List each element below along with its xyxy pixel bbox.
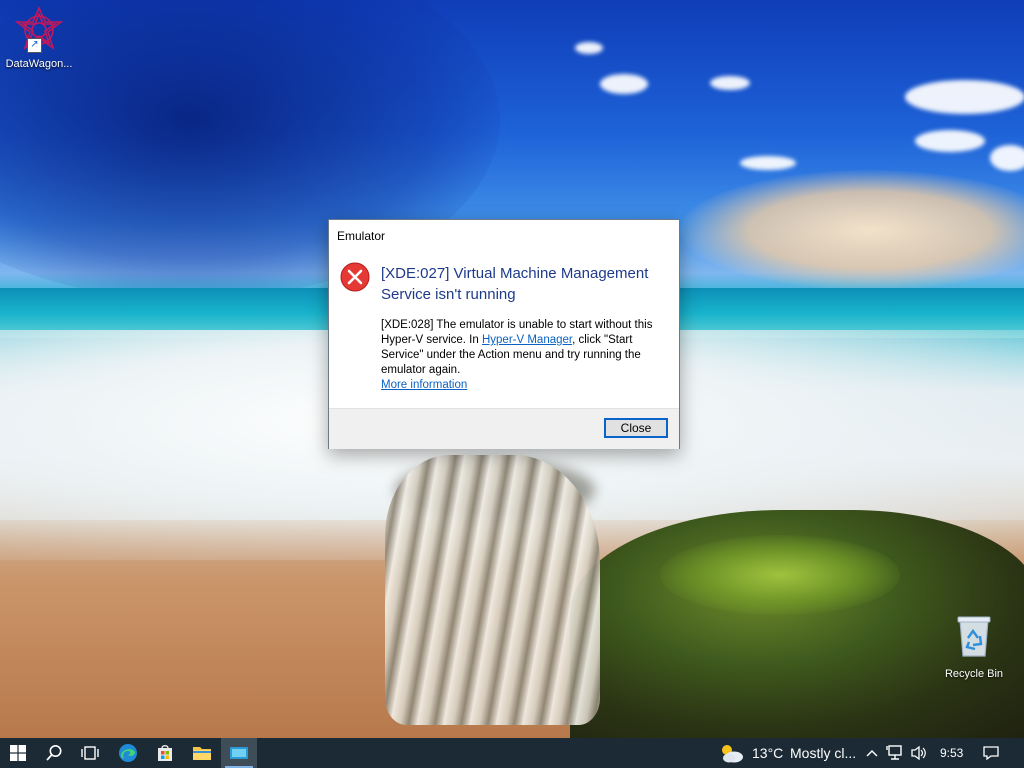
volume-tray-button[interactable] xyxy=(908,738,930,768)
network-icon xyxy=(886,745,902,760)
desktop-icon-label: DataWagon... xyxy=(5,58,73,70)
dialog-title: Emulator xyxy=(337,229,386,243)
start-button[interactable] xyxy=(0,738,36,768)
partly-cloudy-icon xyxy=(722,745,743,763)
clock[interactable]: 9:53 xyxy=(940,738,963,768)
dialog-content: [XDE:028] The emulator is unable to star… xyxy=(381,318,671,393)
notification-icon xyxy=(983,746,999,761)
speaker-icon xyxy=(911,745,926,761)
task-view-button[interactable] xyxy=(72,738,108,768)
file-explorer-icon xyxy=(193,747,211,760)
recycle-bin-icon xyxy=(954,614,994,658)
taskbar-emulator[interactable] xyxy=(221,738,257,768)
taskbar-store[interactable] xyxy=(147,738,183,768)
weather-widget-icon[interactable] xyxy=(716,738,746,768)
desktop-icon-recycle-bin[interactable]: Recycle Bin xyxy=(938,614,1010,680)
more-information-link[interactable]: More information xyxy=(381,379,467,391)
chevron-up-icon xyxy=(866,749,878,757)
store-icon xyxy=(158,745,172,761)
dialog-main-instruction: [XDE:027] Virtual Machine Management Ser… xyxy=(381,265,649,303)
search-icon xyxy=(46,745,62,761)
windows-start-icon xyxy=(10,745,26,761)
task-view-icon xyxy=(81,746,99,760)
desktop-icon-label: Recycle Bin xyxy=(944,668,1004,680)
hyper-v-manager-link[interactable]: Hyper-V Manager xyxy=(482,334,572,346)
taskbar-search-button[interactable] xyxy=(36,738,72,768)
weather-condition[interactable]: Mostly cl... xyxy=(790,738,856,768)
network-tray-button[interactable] xyxy=(884,738,906,768)
edge-browser-icon xyxy=(119,744,137,762)
shortcut-arrow-icon: ↗ xyxy=(27,38,42,53)
datawagon-app-icon: ↗ xyxy=(14,5,64,54)
emulator-app-icon xyxy=(230,747,248,759)
notification-center-button[interactable] xyxy=(978,738,1004,768)
desktop-icon-datawagon[interactable]: ↗ DataWagon... xyxy=(0,5,78,70)
show-hidden-icons-button[interactable] xyxy=(864,738,880,768)
taskbar-edge[interactable] xyxy=(110,738,146,768)
dialog-footer: Close xyxy=(329,408,679,449)
weather-temperature[interactable]: 13°C xyxy=(752,738,783,768)
close-button[interactable]: Close xyxy=(604,418,668,438)
emulator-error-dialog: Emulator [XDE:027] Virtual Machine Manag… xyxy=(328,219,680,449)
taskbar-file-explorer[interactable] xyxy=(184,738,220,768)
taskbar: 13°C Mostly cl... 9:53 xyxy=(0,738,1024,768)
error-icon xyxy=(340,262,370,292)
